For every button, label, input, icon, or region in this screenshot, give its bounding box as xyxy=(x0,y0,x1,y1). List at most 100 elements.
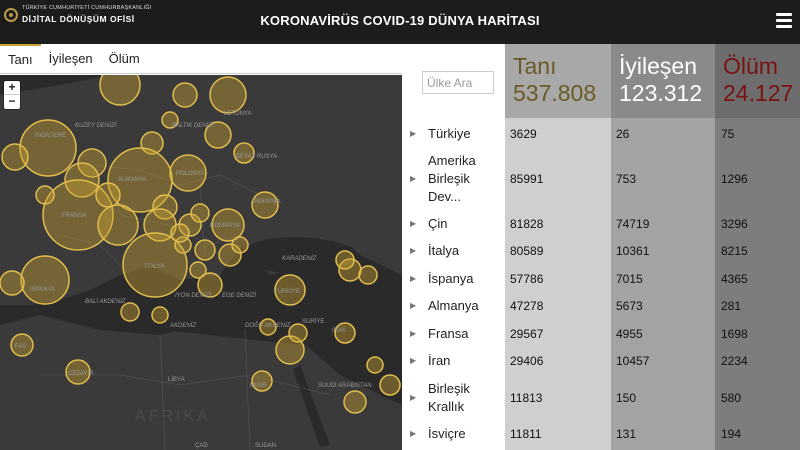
tani-count: 80589 xyxy=(510,244,544,258)
country-name: İspanya xyxy=(428,271,474,286)
tani-count: 57786 xyxy=(510,272,544,286)
tani-count: 3629 xyxy=(510,127,537,141)
expand-arrow-icon[interactable]: ▶ xyxy=(410,356,416,365)
label-ukrayna: UKRAYNA xyxy=(252,199,281,205)
iyilesen-count: 10457 xyxy=(616,354,650,368)
label-fransa: FRANSA xyxy=(62,213,86,219)
label-ege-denizi: EGE DENİZİ xyxy=(222,292,256,299)
world-map[interactable]: İNGİLTERE KUZEY DENİZİ BALTIK DENİZİ LET… xyxy=(0,75,402,450)
table-row[interactable]: ▶ İran 29406 10457 2234 xyxy=(402,352,800,370)
olum-summary[interactable]: Ölüm 24.127 xyxy=(715,44,800,118)
table-row[interactable]: ▶ Fransa 29567 4955 1698 xyxy=(402,325,800,343)
label-cezayir: CEZAYİR xyxy=(68,370,94,377)
iyilesen-count: 26 xyxy=(616,127,630,141)
label-afrika: AFRİKA xyxy=(135,406,211,425)
stats-panel: Tanı 537.808 İyileşen 123.312 Ölüm 24.12… xyxy=(402,44,800,450)
table-row[interactable]: ▶ İspanya 57786 7015 4365 xyxy=(402,270,800,288)
tab-iyilesen[interactable]: İyileşen xyxy=(41,44,101,73)
olum-count: 580 xyxy=(721,391,742,405)
tani-count: 47278 xyxy=(510,299,544,313)
expand-arrow-icon[interactable]: ▶ xyxy=(410,246,416,255)
tab-olum[interactable]: Ölüm xyxy=(101,44,148,73)
label-italya: İTALYA xyxy=(145,263,164,270)
olum-count: 1296 xyxy=(721,172,748,186)
label-cad: ÇAD xyxy=(195,443,208,449)
iyilesen-count: 131 xyxy=(616,427,637,441)
country-name: İtalya xyxy=(428,243,460,258)
label-romanya: ROMANYA xyxy=(210,223,240,229)
header-bar: TÜRKİYE CUMHURİYETİ CUMHURBAŞKANLIĞI DİJ… xyxy=(0,0,800,44)
table-row[interactable]: ▶ Çin 81828 74719 3296 xyxy=(402,215,800,233)
table-row[interactable]: ▶ İsviçre 11811 131 194 xyxy=(402,425,800,443)
expand-arrow-icon[interactable]: ▶ xyxy=(410,329,416,338)
label-kuzey-denizi: KUZEY DENİZİ xyxy=(75,122,117,129)
label-iyon-denizi: İYON DENİZİ xyxy=(175,292,211,299)
olum-count: 3296 xyxy=(721,217,748,231)
expand-arrow-icon[interactable]: ▶ xyxy=(410,219,416,228)
label-irak: IRAK xyxy=(332,328,346,334)
metric-tabs: Tanı İyileşen Ölüm xyxy=(0,44,402,74)
hamburger-icon[interactable] xyxy=(776,13,792,29)
olum-count: 75 xyxy=(721,127,735,141)
olum-total: 24.127 xyxy=(723,80,794,106)
iyilesen-label: İyileşen xyxy=(619,53,697,79)
tani-summary[interactable]: Tanı 537.808 xyxy=(505,44,611,118)
label-ispanya: İSPANYA xyxy=(30,286,55,293)
olum-count: 2234 xyxy=(721,354,748,368)
zoom-out-button[interactable]: − xyxy=(4,95,20,109)
country-name: İsviçre xyxy=(428,426,466,441)
iyilesen-count: 74719 xyxy=(616,217,650,231)
tani-count: 85991 xyxy=(510,172,544,186)
country-name: Almanya xyxy=(428,298,479,313)
olum-count: 4365 xyxy=(721,272,748,286)
map-labels: İNGİLTERE KUZEY DENİZİ BALTIK DENİZİ LET… xyxy=(15,111,372,449)
logo-subtitle: TÜRKİYE CUMHURİYETİ CUMHURBAŞKANLIĞI xyxy=(22,5,152,11)
olum-count: 1698 xyxy=(721,327,748,341)
country-name: Birleşik Krallık xyxy=(428,381,470,414)
country-name: Amerika Birleşik Dev... xyxy=(428,153,476,204)
label-baltik-denizi: BALTIK DENİZİ xyxy=(172,122,214,129)
app: TÜRKİYE CUMHURİYETİ CUMHURBAŞKANLIĞI DİJ… xyxy=(0,0,800,450)
label-almanya: ALMANYA xyxy=(118,177,146,183)
tani-total: 537.808 xyxy=(513,80,597,106)
country-name: İran xyxy=(428,353,451,368)
expand-arrow-icon[interactable]: ▶ xyxy=(410,274,416,283)
country-name: Türkiye xyxy=(428,126,471,141)
table-row[interactable]: ▶ Amerika Birleşik Dev... 85991 753 1296 xyxy=(402,152,800,206)
olum-count: 281 xyxy=(721,299,742,313)
expand-arrow-icon[interactable]: ▶ xyxy=(410,301,416,310)
olum-count: 8215 xyxy=(721,244,748,258)
expand-arrow-icon[interactable]: ▶ xyxy=(410,174,416,183)
iyilesen-summary[interactable]: İyileşen 123.312 xyxy=(611,44,715,118)
table-row[interactable]: ▶ Türkiye 3629 26 75 xyxy=(402,125,800,143)
country-search-input[interactable] xyxy=(422,71,494,94)
table-row[interactable]: ▶ Almanya 47278 5673 281 xyxy=(402,297,800,315)
label-suriye: SURİYE xyxy=(302,318,324,325)
expand-arrow-icon[interactable]: ▶ xyxy=(410,429,416,438)
label-ingiltere: İNGİLTERE xyxy=(35,132,66,139)
tani-count: 11813 xyxy=(510,391,543,405)
iyilesen-count: 4955 xyxy=(616,327,643,341)
label-karadeniz: KARADENİZ xyxy=(282,255,317,262)
label-fas: FAS xyxy=(15,344,26,350)
iyilesen-count: 5673 xyxy=(616,299,643,313)
label-letonya: LETONYA xyxy=(224,111,251,117)
iyilesen-count: 7015 xyxy=(616,272,643,286)
table-row[interactable]: ▶ İtalya 80589 10361 8215 xyxy=(402,242,800,260)
tani-count: 29406 xyxy=(510,354,544,368)
tab-tani[interactable]: Tanı xyxy=(0,44,41,73)
label-beyaz-rusya: BEYAZ RUSYA xyxy=(236,154,277,160)
label-turkiye: TÜRKİYE xyxy=(274,288,300,295)
expand-arrow-icon[interactable]: ▶ xyxy=(410,393,416,402)
country-name: Fransa xyxy=(428,326,469,341)
label-libya: LİBYA xyxy=(168,376,185,383)
tani-count: 81828 xyxy=(510,217,544,231)
label-polonya: POLONYA xyxy=(176,171,205,177)
tani-label: Tanı xyxy=(513,53,557,79)
iyilesen-count: 753 xyxy=(616,172,637,186)
expand-arrow-icon[interactable]: ▶ xyxy=(410,129,416,138)
label-suudi: SUUDİ ARABİSTAN xyxy=(318,382,372,389)
label-bali-akdeniz: BALİ AKDENİZ xyxy=(85,298,126,305)
table-row[interactable]: ▶ Birleşik Krallık 11813 150 580 xyxy=(402,380,800,416)
zoom-in-button[interactable]: + xyxy=(4,81,20,95)
